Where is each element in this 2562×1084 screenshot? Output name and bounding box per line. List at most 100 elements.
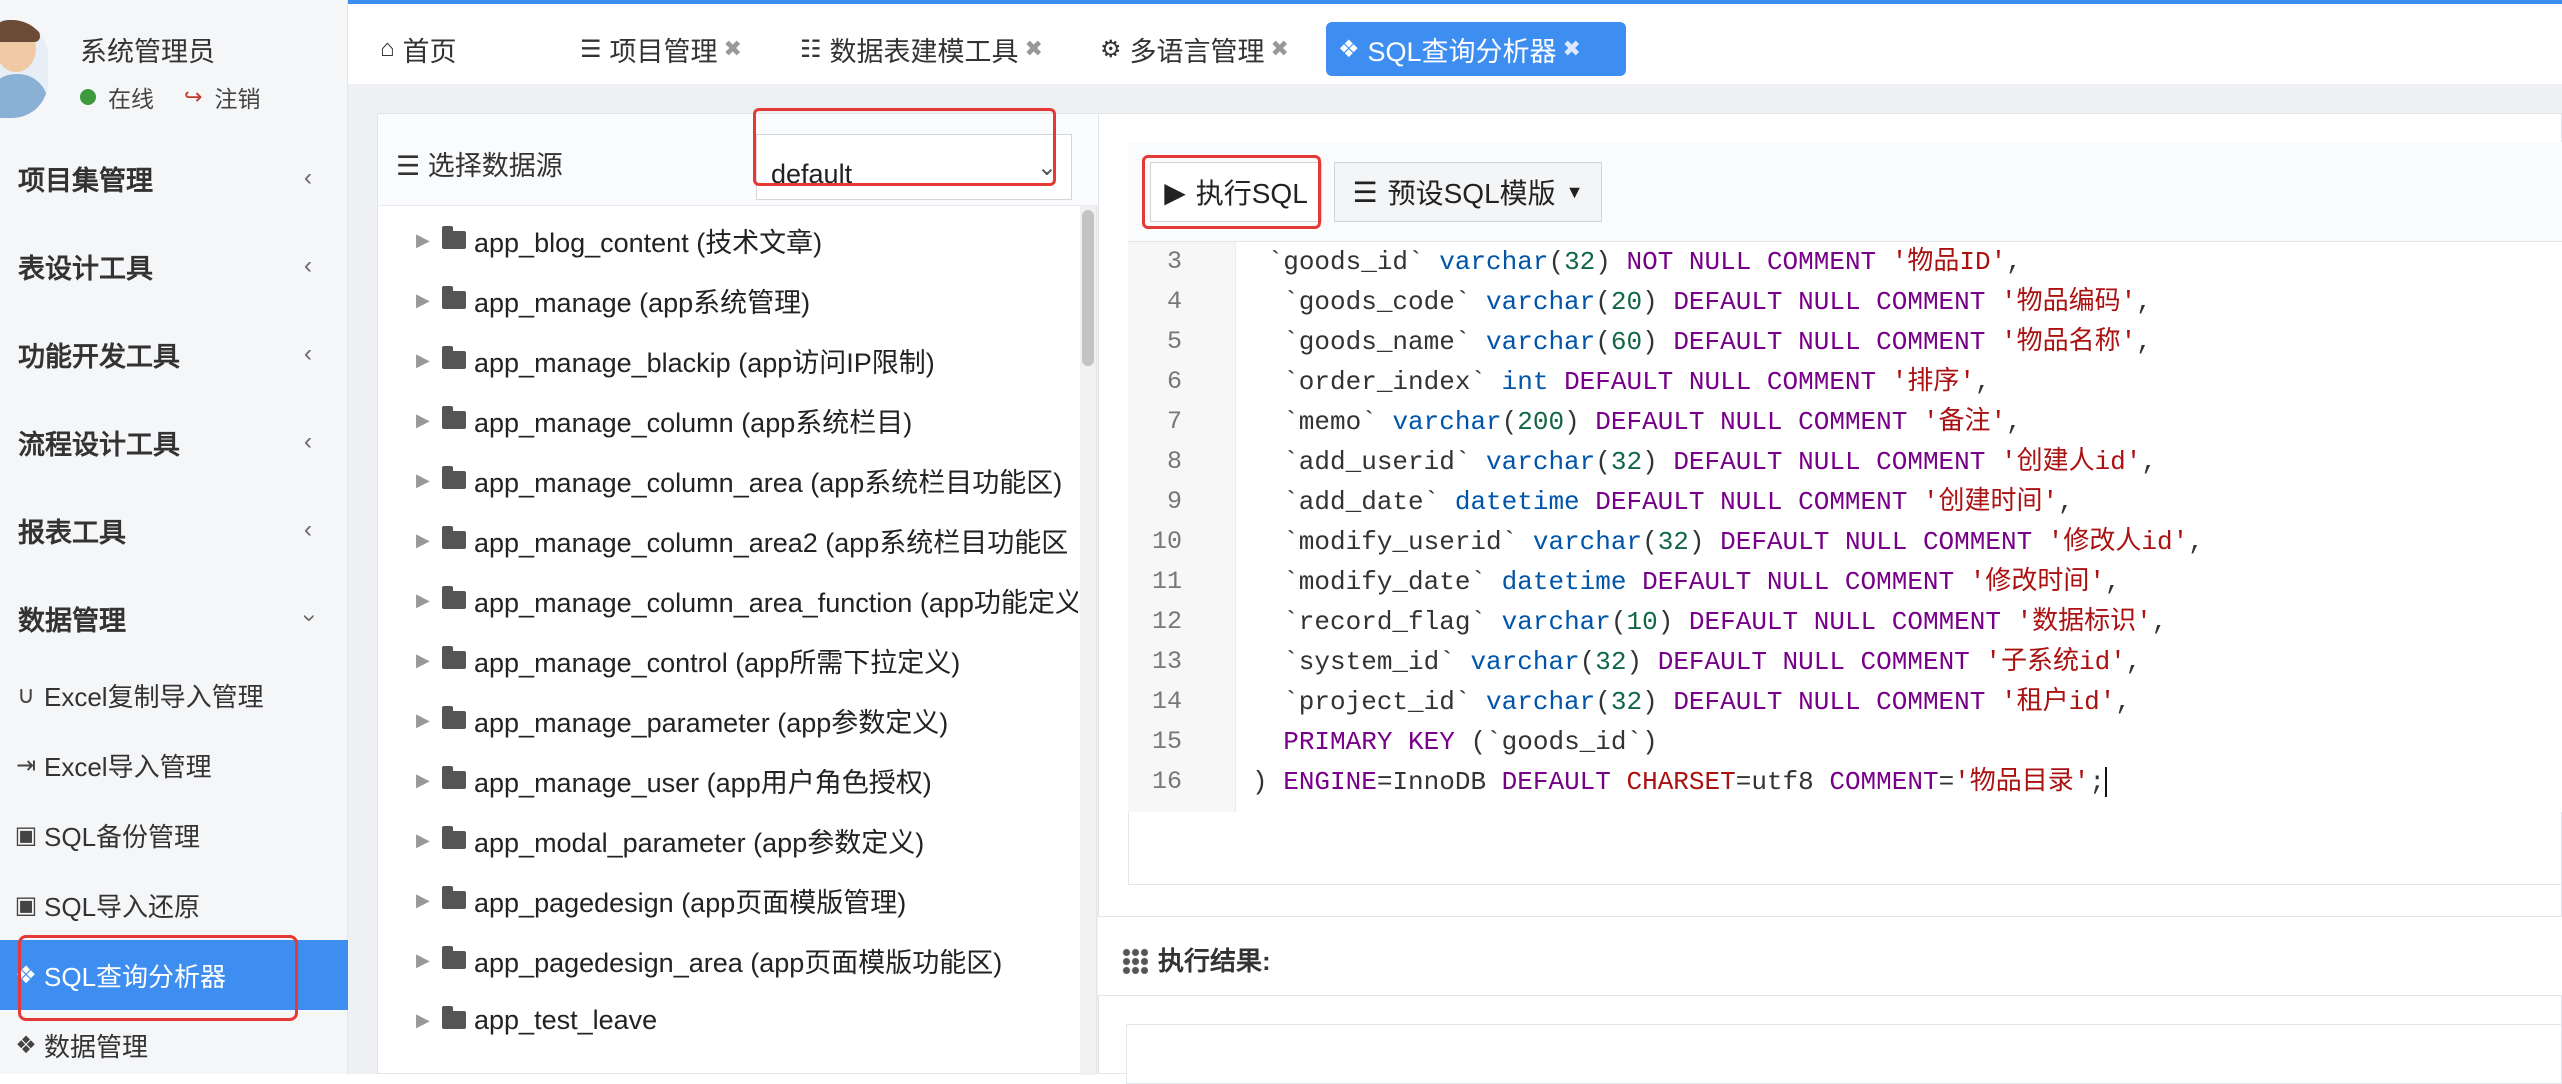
sidebar-item-excel-copy-import[interactable]: ∪ Excel复制导入管理 <box>0 660 348 730</box>
caret-right-icon[interactable]: ▶ <box>416 890 442 911</box>
tree-node-label: app_manage_control (app所需下拉定义) <box>474 647 961 678</box>
sql-template-dropdown[interactable]: ☰ 预设SQL模版 ▼ <box>1334 162 1602 222</box>
close-icon[interactable]: ✖ <box>724 36 742 62</box>
nav-group-label: 数据管理 <box>18 605 126 636</box>
caret-right-icon[interactable]: ▶ <box>416 650 442 671</box>
grid-icon <box>1122 948 1148 974</box>
tree-node-label: app_manage_blackip (app访问IP限制) <box>474 347 935 378</box>
logout-link[interactable]: 注销 <box>214 80 260 114</box>
line-number: 12 <box>1151 607 1182 636</box>
tree-node[interactable]: ▶ app_manage_column_area2 (app系统栏目功能区 <box>416 512 1068 568</box>
tree-node-label: app_pagedesign (app页面模版管理) <box>474 887 907 918</box>
line-number: 8 <box>1166 447 1182 476</box>
list-icon: ☰ <box>1352 176 1378 208</box>
tab-multilanguage[interactable]: ⚙ 多语言管理 ✖ <box>1088 22 1301 76</box>
code-line: PRIMARY KEY (`goods_id`) <box>1283 727 1658 757</box>
folder-icon <box>442 826 466 849</box>
sign-in-icon: ⇥ <box>15 751 37 779</box>
tree-node[interactable]: ▶ app_pagedesign (app页面模版管理) <box>416 872 906 928</box>
result-title: 执行结果: <box>1122 941 1271 978</box>
sidebar-item-excel-import[interactable]: ⇥ Excel导入管理 <box>0 730 348 800</box>
caret-right-icon[interactable]: ▶ <box>416 350 442 371</box>
line-number: 15 <box>1151 727 1182 756</box>
logout-icon[interactable]: ↪ <box>184 84 202 110</box>
caret-right-icon[interactable]: ▶ <box>416 590 442 611</box>
caret-right-icon[interactable]: ▶ <box>416 1010 442 1031</box>
close-icon[interactable]: ✖ <box>1563 36 1581 62</box>
code-line: `goods_id` varchar(32) NOT NULL COMMENT … <box>1267 247 2022 277</box>
line-number: 13 <box>1151 647 1182 676</box>
caret-right-icon[interactable]: ▶ <box>416 230 442 251</box>
folder-icon <box>442 286 466 309</box>
line-number: 6 <box>1166 367 1182 396</box>
sql-code-editor[interactable]: 3 4 5 6 7 8 9 10 11 12 13 14 15 16 `good… <box>1128 242 2562 812</box>
tree-scrollbar-thumb[interactable] <box>1082 210 1094 366</box>
cubes-icon: ❖ <box>1338 35 1360 63</box>
list-icon: ☰ <box>396 151 421 181</box>
tree-node[interactable]: ▶ app_manage_column_area (app系统栏目功能区) <box>416 452 1062 508</box>
close-icon[interactable]: ✖ <box>1271 36 1289 62</box>
tree-node-label: app_manage_column (app系统栏目) <box>474 407 913 438</box>
result-title-text: 执行结果: <box>1158 946 1271 976</box>
folder-icon <box>442 346 466 369</box>
caret-right-icon[interactable]: ▶ <box>416 770 442 791</box>
tab-project-management[interactable]: ☰ 项目管理 ✖ <box>568 22 754 76</box>
close-icon[interactable]: ✖ <box>1025 36 1043 62</box>
nav-group-label: 功能开发工具 <box>18 341 180 372</box>
tree-node[interactable]: ▶ app_manage_column (app系统栏目) <box>416 392 912 448</box>
sidebar-item-sql-backup[interactable]: ▣ SQL备份管理 <box>0 800 348 870</box>
tree-node-label: app_test_leave <box>474 1004 658 1035</box>
tree-node-label: app_manage_user (app用户角色授权) <box>474 767 932 798</box>
tab-table-modeling[interactable]: ☷ 数据表建模工具 ✖ <box>788 22 1055 76</box>
grid-icon: ☷ <box>800 35 822 63</box>
caret-right-icon[interactable]: ▶ <box>416 530 442 551</box>
line-number: 16 <box>1151 767 1182 796</box>
nav-group-label: 表设计工具 <box>18 253 153 284</box>
tree-node[interactable]: ▶ app_manage_control (app所需下拉定义) <box>416 632 960 688</box>
tree-node[interactable]: ▶ app_blog_content (技术文章) <box>416 212 822 268</box>
chevron-left-icon: ‹ <box>304 164 312 191</box>
line-number: 11 <box>1151 567 1182 596</box>
caret-right-icon[interactable]: ▶ <box>416 950 442 971</box>
caret-right-icon[interactable]: ▶ <box>416 410 442 431</box>
datasource-panel: ☰ 选择数据源 default ⌄ ▶ app_blog_content (技术文… <box>377 113 1098 1075</box>
code-line: `modify_date` datetime DEFAULT NULL COMM… <box>1252 567 2121 597</box>
caret-right-icon[interactable]: ▶ <box>416 710 442 731</box>
nav-group-data-management[interactable]: 数据管理 ‹ <box>0 574 348 662</box>
caret-right-icon[interactable]: ▶ <box>416 830 442 851</box>
tree-node[interactable]: ▶ app_manage_blackip (app访问IP限制) <box>416 332 935 388</box>
caret-down-icon: ▼ <box>1565 181 1584 202</box>
sidebar: 系统管理员 在线 ↪ 注销 项目集管理 ‹ 表设计工具 ‹ 功能开发工具 ‹ 流程设计… <box>0 0 348 1074</box>
nav-group-dev-tools[interactable]: 功能开发工具 ‹ <box>0 310 348 398</box>
tree-node-label: app_manage_column_area2 (app系统栏目功能区 <box>474 527 1069 558</box>
tree-node[interactable]: ▶ app_test_leave <box>416 992 657 1048</box>
nav-group-table-design[interactable]: 表设计工具 ‹ <box>0 222 348 310</box>
nav-group-flow-design[interactable]: 流程设计工具 ‹ <box>0 398 348 486</box>
caret-right-icon[interactable]: ▶ <box>416 290 442 311</box>
tree-node[interactable]: ▶ app_manage (app系统管理) <box>416 272 810 328</box>
folder-icon <box>442 226 466 249</box>
code-line: ) ENGINE=InnoDB DEFAULT CHARSET=utf8 COM… <box>1252 767 2107 798</box>
tree-node[interactable]: ▶ app_manage_parameter (app参数定义) <box>416 692 948 748</box>
nav-group-project-set[interactable]: 项目集管理 ‹ <box>0 134 348 222</box>
caret-right-icon[interactable]: ▶ <box>416 470 442 491</box>
magnet-icon: ∪ <box>17 681 35 709</box>
folder-icon <box>442 526 466 549</box>
tree-node[interactable]: ▶ app_pagedesign_area (app页面模版功能区) <box>416 932 1002 988</box>
online-dot-icon <box>80 89 96 105</box>
tab-home[interactable]: ⌂ 首页 <box>368 22 469 76</box>
user-name: 系统管理员 <box>80 37 215 67</box>
tab-sql-analyzer[interactable]: ❖ SQL查询分析器 ✖ <box>1326 22 1626 76</box>
tab-label: 首页 <box>402 36 457 67</box>
folder-icon <box>442 1006 466 1029</box>
tree-node[interactable]: ▶ app_modal_parameter (app参数定义) <box>416 812 924 868</box>
nav-group-report-tools[interactable]: 报表工具 ‹ <box>0 486 348 574</box>
line-number: 5 <box>1166 327 1182 356</box>
tree-node-label: app_pagedesign_area (app页面模版功能区) <box>474 947 1003 978</box>
status-text: 在线 <box>108 86 154 112</box>
user-panel: 系统管理员 在线 ↪ 注销 <box>0 0 348 144</box>
code-line: `goods_name` varchar(60) DEFAULT NULL CO… <box>1252 327 2152 357</box>
sidebar-item-sql-restore[interactable]: ▣ SQL导入还原 <box>0 870 348 940</box>
tree-node[interactable]: ▶ app_manage_column_area_function (app功能定… <box>416 572 1078 628</box>
tree-node[interactable]: ▶ app_manage_user (app用户角色授权) <box>416 752 932 808</box>
